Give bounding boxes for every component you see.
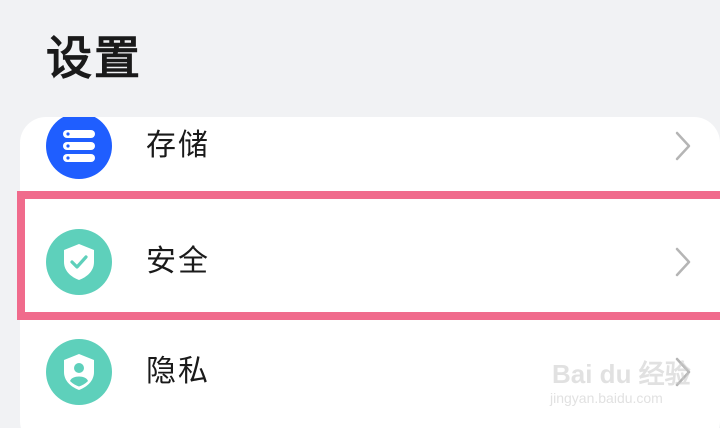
settings-item-label: 安全 xyxy=(146,244,210,279)
settings-item-storage[interactable]: 存储 xyxy=(20,117,720,203)
page-title: 设置 xyxy=(46,31,142,85)
storage-icon xyxy=(46,117,112,179)
chevron-right-icon xyxy=(675,247,691,277)
watermark: Bai du 经验 jingyan.baidu.com xyxy=(548,350,698,412)
settings-item-label: 隐私 xyxy=(146,354,210,389)
settings-item-security[interactable]: 安全 xyxy=(20,205,720,319)
settings-page: 设置 存储 安全 隐私 Bai du 经验 jingyan.baidu.com xyxy=(0,0,720,428)
chevron-right-icon xyxy=(675,131,691,161)
watermark-brand: Bai du 经验 xyxy=(552,359,691,389)
settings-item-label: 存储 xyxy=(146,128,210,163)
shield-check-icon xyxy=(46,229,112,295)
privacy-shield-icon xyxy=(46,339,112,405)
watermark-url: jingyan.baidu.com xyxy=(550,390,663,406)
